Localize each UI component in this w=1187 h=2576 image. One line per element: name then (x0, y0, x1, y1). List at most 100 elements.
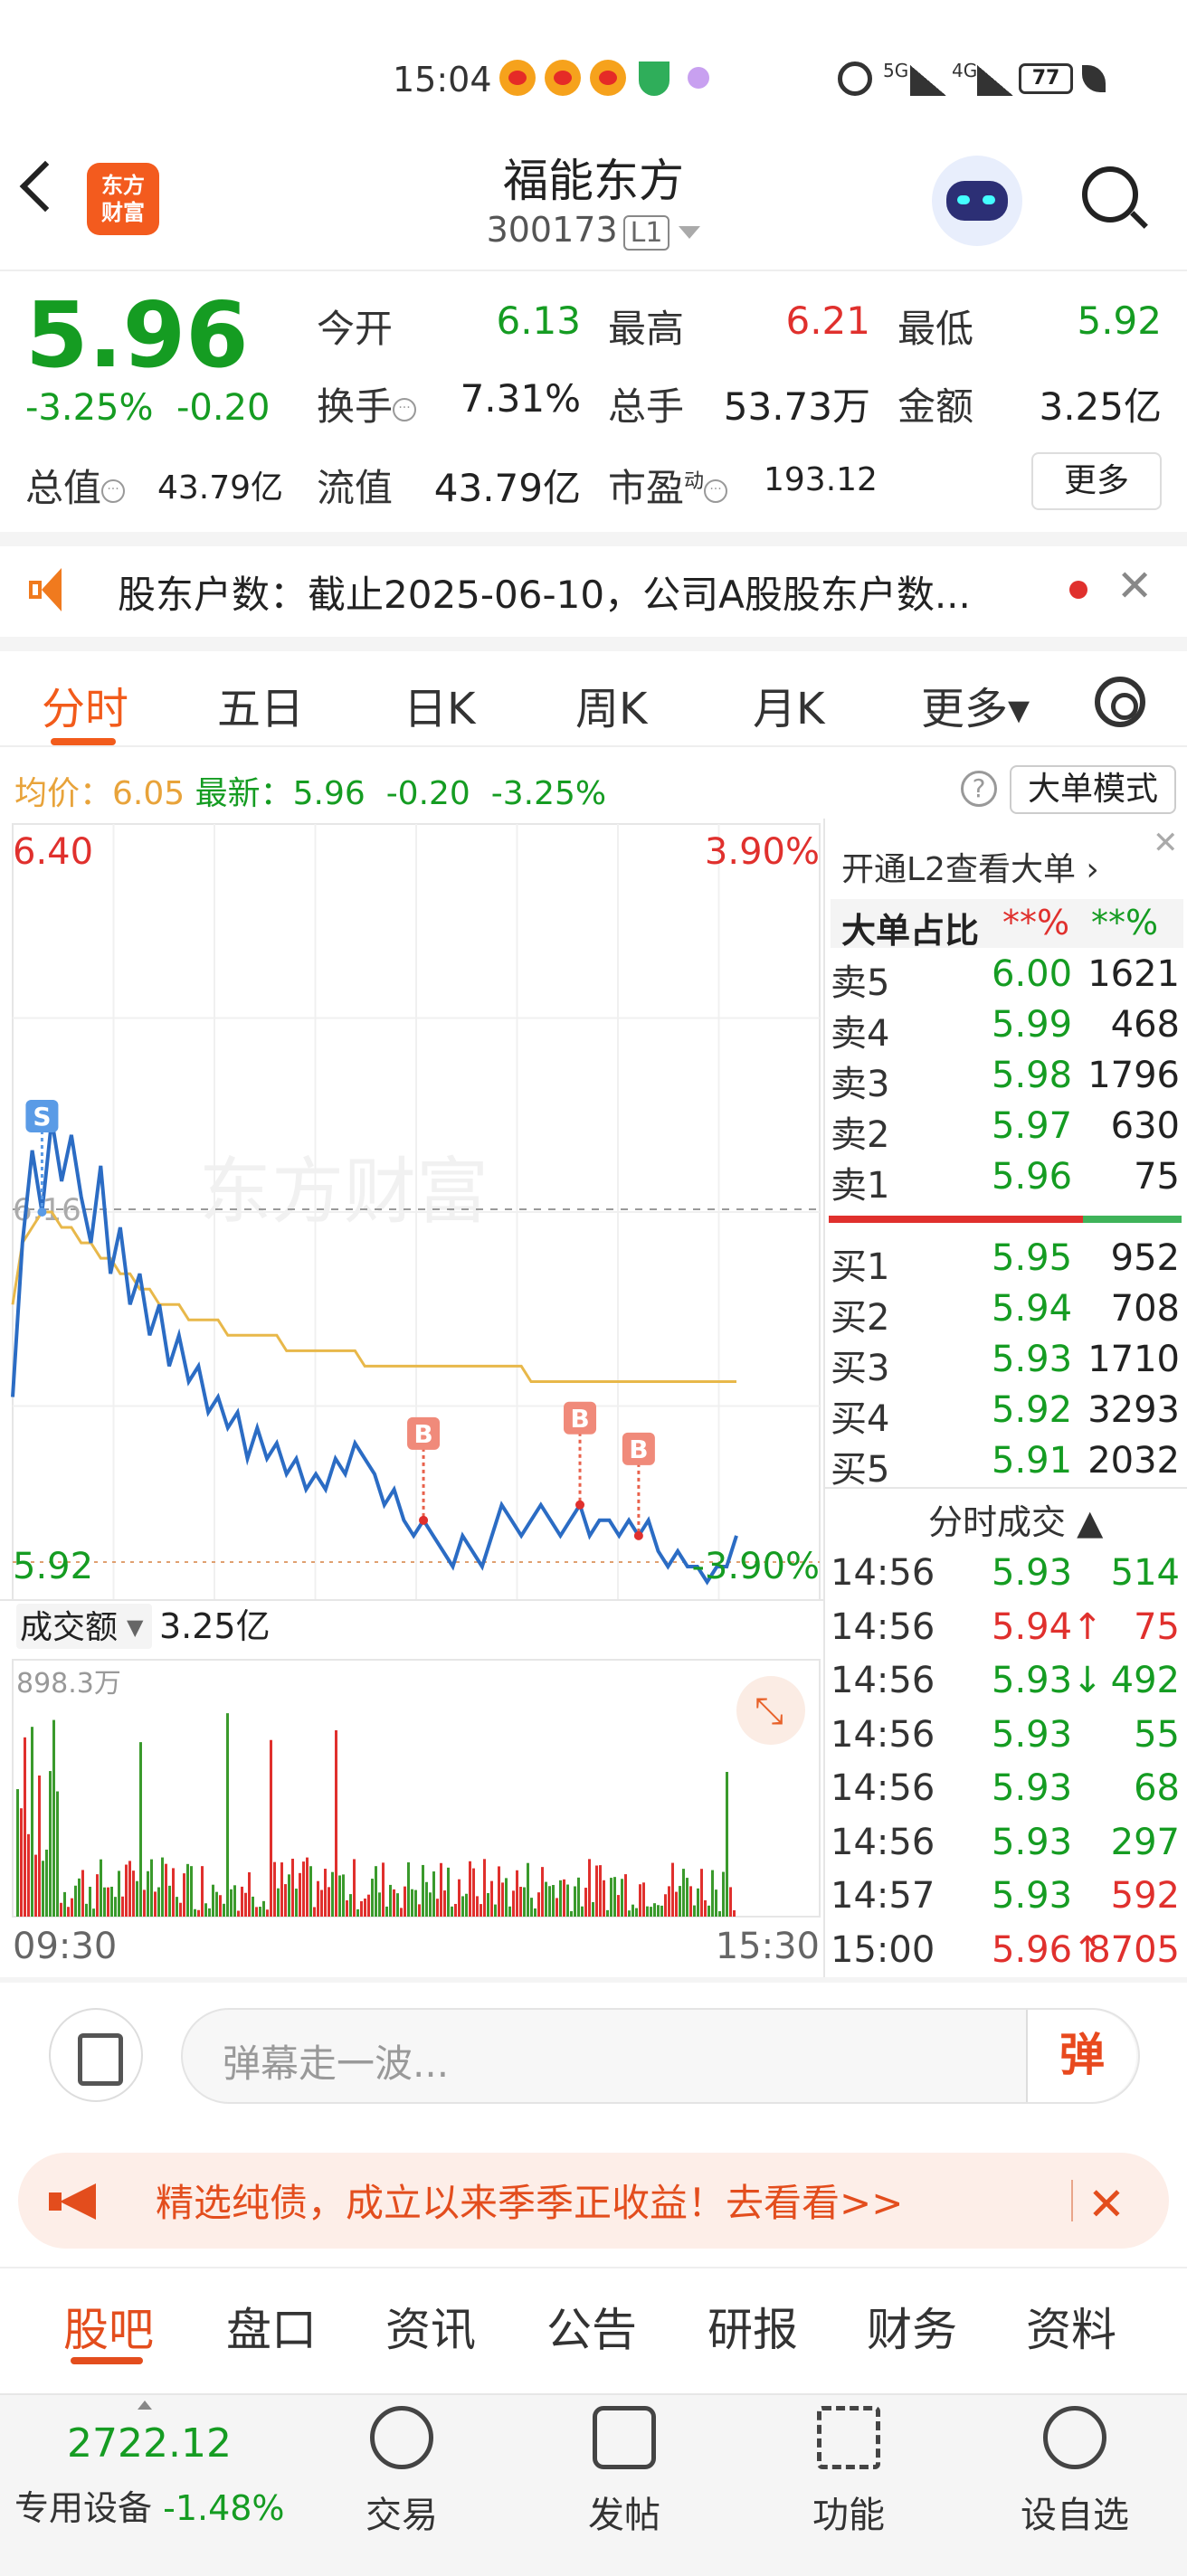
volume-bar (693, 1905, 696, 1917)
volume-bar (89, 1886, 91, 1917)
tab-daily[interactable]: 日K (404, 673, 475, 736)
volume-bar (346, 1899, 348, 1917)
volume-bar (81, 1870, 84, 1917)
bid-label: 买4 (831, 1398, 890, 1440)
index-value[interactable]: 2722.12 (67, 2420, 232, 2467)
ask-label: 卖4 (831, 1013, 890, 1055)
index-row[interactable]: 专用设备 -1.48% (14, 2480, 285, 2530)
volume-bar (183, 1873, 185, 1917)
volume-bar (324, 1869, 327, 1917)
volume-bar (686, 1878, 688, 1917)
tab-monthly[interactable]: 月K (753, 673, 824, 736)
tab-guba[interactable]: 股吧 (63, 2294, 154, 2359)
volume-bar (552, 1885, 555, 1917)
danmu-input[interactable]: 弹幕走一波... (181, 2008, 1140, 2104)
volume-bar (168, 1885, 171, 1917)
add-watchlist-button[interactable]: 设自选 (1011, 2406, 1138, 2538)
volume-bar (584, 1888, 587, 1917)
expand-glyph: ⤡ (755, 1690, 783, 1732)
signal-icon (977, 65, 1013, 96)
trade-button[interactable]: 交易 (338, 2406, 465, 2538)
info-icon[interactable]: ··· (704, 478, 728, 503)
volume-bar (78, 1878, 81, 1917)
volume-bar (660, 1905, 663, 1917)
tab-profile[interactable]: 资料 (1026, 2294, 1116, 2359)
volume-bar (682, 1869, 685, 1917)
robot-avatar[interactable] (932, 156, 1022, 246)
bid-volume: 1710 (1087, 1339, 1180, 1380)
trade-price: 5.93 (992, 1713, 1073, 1756)
close-icon[interactable]: ✕ (1153, 825, 1179, 861)
trade-label: 14:57 (831, 1875, 935, 1917)
big-ratio-row: 大单占比 **% **% (831, 899, 1183, 951)
info-icon[interactable]: ··· (101, 478, 126, 503)
tab-weekly[interactable]: 周K (575, 673, 647, 736)
y-top-label: 6.40 (13, 831, 93, 873)
signal-icon (910, 65, 946, 96)
post-button[interactable]: 发帖 (561, 2406, 688, 2538)
chevron-up-icon[interactable] (138, 2401, 152, 2410)
volume-bar (16, 1789, 19, 1917)
volume-bar (646, 1906, 649, 1917)
volume-bar (577, 1877, 580, 1917)
amount-value: 3.25亿 (1039, 384, 1162, 429)
volume-bar (204, 1903, 207, 1917)
volume-bar (465, 1893, 468, 1917)
more-button[interactable]: 更多 (1031, 452, 1162, 510)
tab-news[interactable]: 资讯 (385, 2294, 476, 2359)
turnover-value: 7.31% (460, 376, 581, 421)
l2-link[interactable]: 开通L2查看大单 › (841, 843, 1099, 890)
danmu-button[interactable]: 弹 (1026, 2010, 1136, 2102)
volume-bar (501, 1882, 504, 1917)
volume-bar (110, 1886, 113, 1917)
volume-bar (679, 1886, 681, 1917)
trade-volume: 592 (1110, 1875, 1180, 1917)
notice-text[interactable]: 股东户数：截止2025-06-10，公司A股股东户数... (118, 564, 1040, 620)
close-icon[interactable]: ✕ (1116, 561, 1153, 611)
volume-bar (407, 1861, 410, 1917)
search-icon[interactable] (1082, 166, 1148, 230)
intraday-chart[interactable]: 东方财富 6.16 SBBB 6.40 3.90% 5.92 -3.90% 成交… (0, 819, 823, 1981)
volume-bar (24, 1737, 26, 1917)
info-icon[interactable]: ··· (393, 397, 417, 421)
volume-bar (664, 1894, 667, 1917)
close-icon[interactable]: ✕ (1087, 2178, 1125, 2230)
danmu-settings-icon[interactable] (49, 2008, 143, 2102)
gear-icon[interactable] (1095, 677, 1145, 727)
tab-pankou[interactable]: 盘口 (226, 2294, 317, 2359)
volume-bar (360, 1900, 363, 1917)
tab-announcements[interactable]: 公告 (546, 2294, 637, 2359)
function-button[interactable]: 功能 (785, 2406, 912, 2538)
tab-research[interactable]: 研报 (707, 2294, 798, 2359)
float-label: 流值 (317, 466, 394, 510)
volume-bar (248, 1871, 251, 1917)
tab-intraday[interactable]: 分时 (42, 673, 128, 736)
marker-label: B (570, 1404, 589, 1434)
trade-label: 15:00 (831, 1928, 935, 1971)
volume-bar (490, 1880, 493, 1917)
ask-row: 卖5 6.00 1621 (827, 953, 1180, 1004)
volume-bar (266, 1909, 269, 1917)
promo-text[interactable]: 精选纯债，成立以来季季正收益！去看看>> (156, 2173, 903, 2228)
volume-bar (273, 1861, 276, 1917)
mktcap-label: 总值 ··· (25, 458, 126, 513)
volume-bar (548, 1886, 551, 1917)
help-icon[interactable]: ? (961, 771, 997, 807)
volume-value: 53.73万 (723, 384, 870, 429)
volume-bar (494, 1904, 497, 1917)
volume-bar (230, 1889, 233, 1917)
bid-label: 买3 (831, 1348, 890, 1389)
volume-bar (592, 1901, 594, 1917)
ask-label: 卖2 (831, 1114, 890, 1156)
volume-bar (718, 1910, 721, 1917)
volume-bar (675, 1891, 678, 1917)
trades-title[interactable]: 分时成交 ▲ (928, 1494, 1103, 1544)
tab-more[interactable]: 更多▾ (921, 673, 1030, 736)
volume-bar (631, 1904, 634, 1917)
volume-bar (223, 1903, 225, 1917)
big-order-mode-button[interactable]: 大单模式 (1010, 765, 1176, 814)
tab-5day[interactable]: 五日 (217, 673, 304, 736)
volume-bar (107, 1887, 109, 1917)
tab-finance[interactable]: 财务 (867, 2294, 957, 2359)
ask-price: 6.00 (992, 953, 1073, 995)
